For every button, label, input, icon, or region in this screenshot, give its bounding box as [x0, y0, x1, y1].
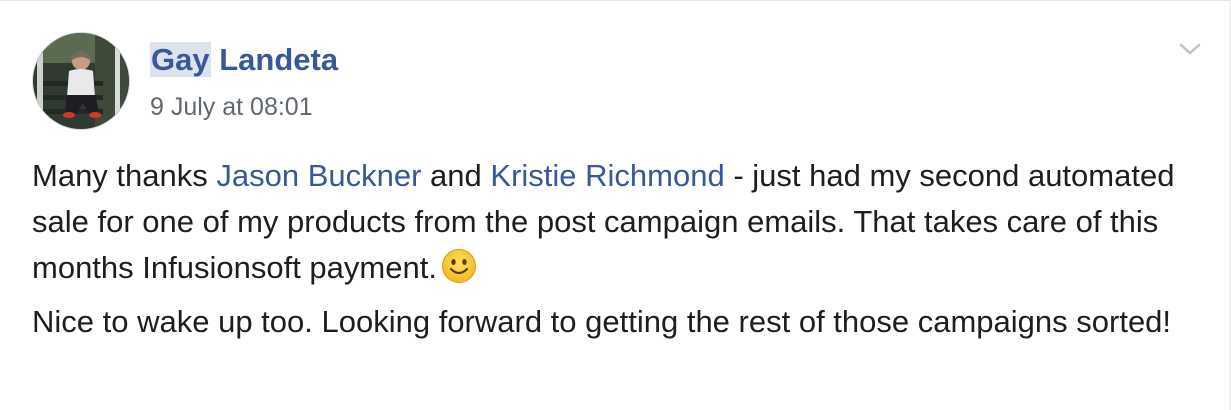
post-paragraph-1: Many thanks Jason Buckner and Kristie Ri…: [32, 153, 1182, 291]
author-name-link[interactable]: Gay Landeta: [150, 39, 338, 81]
paragraph-text: Many thanks: [32, 158, 217, 193]
author-avatar[interactable]: [32, 32, 130, 130]
post-paragraph-2: Nice to wake up too. Looking forward to …: [32, 304, 1172, 339]
post-timestamp[interactable]: 9 July at 08:01: [150, 90, 313, 124]
chevron-down-icon[interactable]: [1176, 37, 1204, 61]
mention-link-kristie-richmond[interactable]: Kristie Richmond: [490, 158, 724, 193]
author-first-name: Gay: [150, 42, 211, 77]
paragraph-text: and: [421, 158, 491, 193]
mention-link-jason-buckner[interactable]: Jason Buckner: [216, 158, 421, 193]
avatar-photo: [33, 33, 129, 129]
facebook-post-card: Gay Landeta 9 July at 08:01 Many thanks …: [0, 0, 1231, 410]
post-body: Many thanks Jason Buckner and Kristie Ri…: [32, 153, 1182, 353]
slightly-smiling-face-icon: [441, 248, 477, 284]
author-last-name: Landeta: [210, 42, 339, 77]
